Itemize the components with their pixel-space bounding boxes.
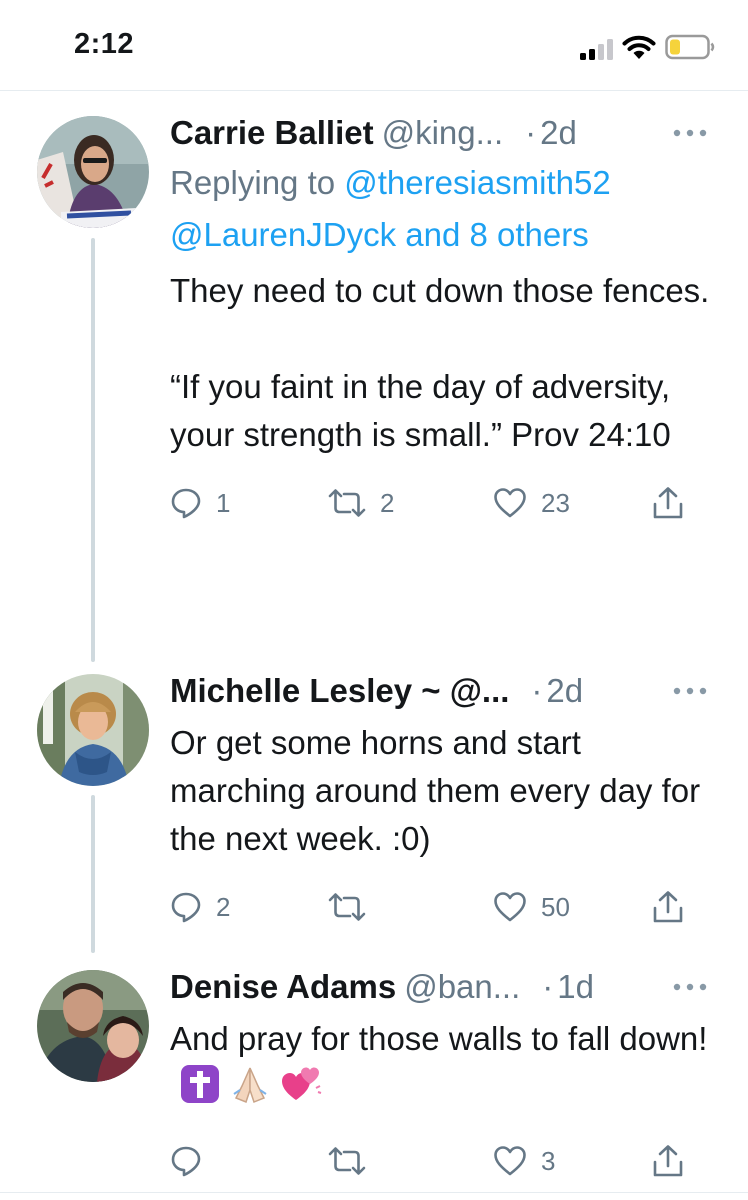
share-icon [653, 891, 683, 923]
share-button[interactable] [652, 885, 684, 929]
tweet-text: They need to cut down those fences. “If … [170, 272, 710, 453]
like-count: 50 [541, 891, 570, 922]
separator-dot: · [525, 114, 537, 151]
battery-low-icon [665, 34, 715, 60]
more-options-icon[interactable] [673, 983, 707, 991]
tweet-actions: 1 2 23 [170, 481, 715, 525]
more-options-icon[interactable] [673, 687, 707, 695]
share-button[interactable] [652, 1139, 684, 1183]
more-options-icon[interactable] [673, 129, 707, 137]
two-hearts-emoji [280, 1064, 322, 1117]
retweet-icon [328, 1147, 366, 1175]
like-button[interactable]: 50 [493, 885, 570, 929]
retweet-button[interactable] [328, 885, 380, 929]
reply-count: 2 [216, 891, 231, 922]
status-time: 2:12 [74, 28, 135, 60]
latin-cross-emoji [180, 1064, 220, 1117]
timestamp[interactable]: 2d [540, 114, 577, 151]
user-handle[interactable]: @king... [382, 114, 504, 151]
like-count: 3 [541, 1145, 556, 1176]
retweet-count: 2 [380, 487, 395, 518]
folded-hands-emoji [230, 1064, 270, 1117]
user-handle[interactable]: @ban... [404, 968, 520, 1005]
wifi-icon [622, 35, 656, 59]
timestamp[interactable]: 2d [546, 672, 583, 709]
mention-link[interactable]: @theresiasmith52 [344, 164, 610, 201]
display-name[interactable]: Denise Adams [170, 968, 396, 1005]
cellular-signal-icon [580, 39, 613, 60]
like-button[interactable]: 23 [493, 481, 570, 525]
reply-context: Replying to @theresiasmith52 @LaurenJDyck… [170, 157, 715, 261]
heart-icon [494, 1146, 526, 1176]
tweet-actions: 3 [170, 1139, 715, 1183]
avatar[interactable] [37, 116, 149, 228]
timestamp[interactable]: 1d [557, 968, 594, 1005]
like-button[interactable]: 3 [493, 1139, 555, 1183]
reply-button[interactable] [170, 1139, 216, 1183]
reply-button[interactable]: 1 [170, 481, 230, 525]
thread-connector [91, 238, 95, 662]
divider [0, 1192, 748, 1193]
avatar[interactable] [37, 970, 149, 1082]
retweet-button[interactable] [328, 1139, 380, 1183]
reply-count: 1 [216, 487, 231, 518]
share-button[interactable] [652, 481, 684, 525]
retweet-icon [328, 893, 366, 921]
reply-icon [171, 488, 201, 519]
display-name[interactable]: Carrie Balliet [170, 114, 374, 151]
tweet-text: And pray for those walls to fall down! [170, 1020, 708, 1057]
mention-link[interactable]: @LaurenJDyck and 8 others [170, 216, 589, 253]
separator-dot: · [531, 672, 543, 709]
tweet-header: Denise Adams @ban... · 1d [170, 965, 715, 1009]
share-icon [653, 1145, 683, 1177]
like-count: 23 [541, 487, 570, 518]
reply-button[interactable]: 2 [170, 885, 230, 929]
display-name[interactable]: Michelle Lesley ~ @... [170, 672, 509, 709]
reply-icon [171, 1146, 201, 1177]
heart-icon [494, 488, 526, 518]
retweet-icon [328, 489, 366, 517]
tweet-header: Michelle Lesley ~ @... · 2d [170, 669, 715, 713]
tweet-actions: 2 50 [170, 885, 715, 929]
tweet-text: Or get some horns and start marching aro… [170, 724, 710, 857]
status-bar: 2:12 [0, 0, 748, 91]
thread-connector [91, 795, 95, 953]
heart-icon [494, 892, 526, 922]
tweet-text-container: And pray for those walls to fall down! [170, 1015, 715, 1117]
replying-to-label: Replying to [170, 164, 345, 201]
avatar[interactable] [37, 674, 149, 786]
separator-dot: · [542, 968, 554, 1005]
retweet-button[interactable]: 2 [328, 481, 394, 525]
reply-icon [171, 892, 201, 923]
share-icon [653, 487, 683, 519]
tweet-header: Carrie Balliet @king... · 2d [170, 111, 715, 155]
